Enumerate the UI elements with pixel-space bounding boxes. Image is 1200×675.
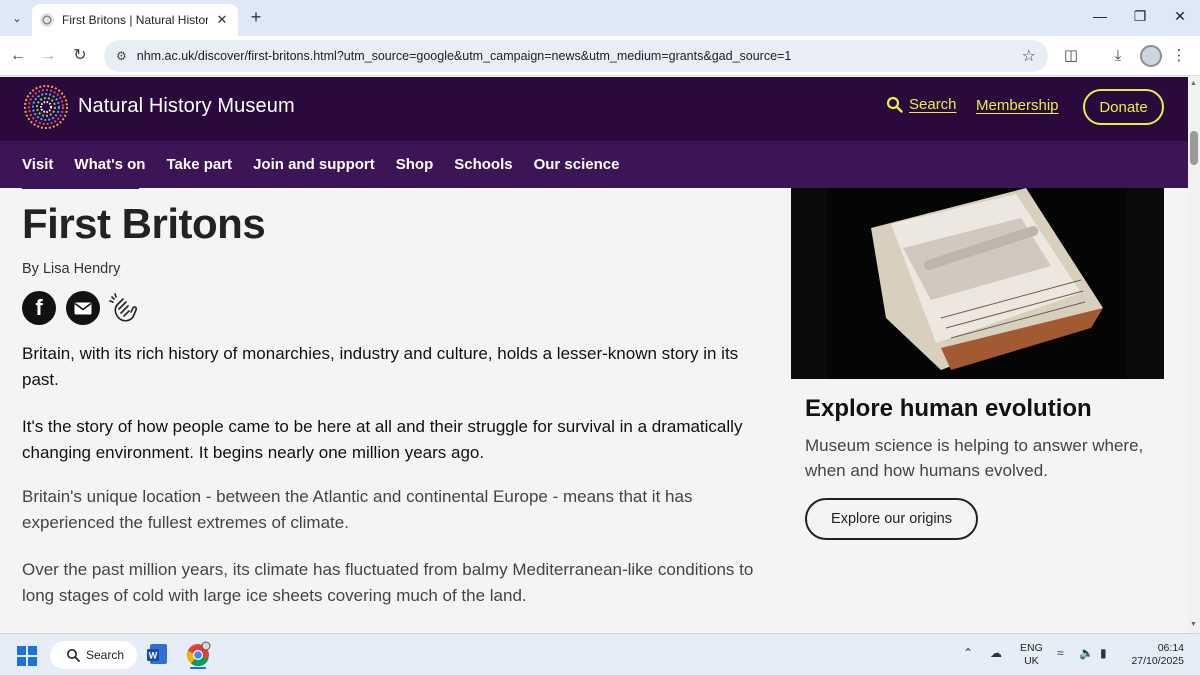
minimize-icon[interactable]: —	[1090, 8, 1110, 24]
lang-region: UK	[1024, 655, 1039, 667]
address-bar: ← → ↻ ⚙ nhm.ac.uk/discover/first-britons…	[0, 36, 1200, 76]
header-search-link[interactable]: Search	[886, 96, 957, 113]
email-share-icon[interactable]	[66, 291, 100, 325]
search-icon	[886, 96, 903, 113]
page-title: First Britons	[22, 200, 266, 247]
harpoon-artefact-image[interactable]	[791, 188, 1164, 379]
promo-description: Museum science is helping to answer wher…	[805, 436, 1144, 480]
svg-text:W: W	[149, 651, 158, 661]
envelope-icon	[74, 302, 92, 314]
explore-origins-button[interactable]: Explore our origins	[805, 498, 978, 540]
nav-item-whats-on[interactable]: What's on	[74, 156, 145, 173]
browser-tab-bar: ⌄ First Britons | Natural History M ✕ + …	[0, 0, 1200, 36]
windows-start-icon[interactable]	[16, 645, 38, 667]
scroll-down-arrow-icon[interactable]: ▼	[1190, 621, 1197, 628]
word-app-icon[interactable]: W	[146, 643, 168, 667]
search-label: Search	[909, 96, 957, 113]
scrollbar-thumb[interactable]	[1190, 131, 1198, 165]
profile-avatar[interactable]	[1140, 45, 1162, 67]
taskbar-search-icon	[67, 649, 80, 662]
language-indicator[interactable]: ENG UK	[1020, 642, 1043, 668]
site-logo-text[interactable]: Natural History Museum	[78, 95, 295, 118]
taskbar-clock[interactable]: 06:14 27/10/2025	[1124, 642, 1184, 668]
nhm-logo-icon[interactable]	[22, 83, 70, 131]
tab-search-chevron-icon[interactable]: ⌄	[6, 7, 28, 29]
battery-icon[interactable]: ▮	[1100, 646, 1107, 660]
nav-item-shop[interactable]: Shop	[396, 156, 434, 173]
onedrive-cloud-icon[interactable]: ☁	[990, 646, 1002, 660]
windows-taskbar: Search W ⌃ ☁ ENG UK ≈ 🔈 ▮ 06:14 27/10/20…	[0, 633, 1200, 675]
harpoon-box-illustration	[827, 188, 1127, 379]
volume-muted-icon[interactable]: 🔈	[1079, 646, 1094, 660]
window-close-icon[interactable]: ✕	[1170, 8, 1190, 25]
chrome-app-icon[interactable]	[186, 641, 212, 669]
nav-item-schools[interactable]: Schools	[454, 156, 512, 173]
site-info-icon[interactable]: ⚙	[116, 49, 127, 63]
nav-item-our-science[interactable]: Our science	[534, 156, 620, 173]
lede-paragraph-2: It's the story of how people came to be …	[22, 417, 743, 462]
wifi-icon[interactable]: ≈	[1057, 646, 1064, 660]
membership-link[interactable]: Membership	[976, 97, 1059, 114]
favicon-icon	[40, 13, 54, 27]
nav-item-take-part[interactable]: Take part	[166, 156, 232, 173]
clock-date: 27/10/2025	[1131, 655, 1184, 667]
download-icon[interactable]: ⤓	[1107, 46, 1129, 66]
author-byline: By Lisa Hendry	[22, 261, 121, 277]
nav-item-join-and-support[interactable]: Join and support	[253, 156, 375, 173]
restore-icon[interactable]: ❐	[1130, 8, 1150, 25]
nav-active-indicator	[22, 186, 139, 189]
extensions-icon[interactable]: ◫	[1060, 46, 1082, 66]
close-icon[interactable]: ✕	[214, 12, 230, 28]
url-text: nhm.ac.uk/discover/first-britons.html?ut…	[136, 49, 792, 63]
back-icon[interactable]: ←	[8, 46, 28, 66]
plus-icon[interactable]: +	[246, 8, 266, 26]
nav-item-visit[interactable]: Visit	[22, 156, 53, 173]
site-header: Natural History Museum Search Membership…	[0, 77, 1188, 141]
body-paragraph-2: Over the past million years, its climate…	[22, 560, 754, 605]
star-icon[interactable]: ☆	[1022, 46, 1036, 66]
clock-time: 06:14	[1157, 642, 1184, 654]
clap-hands-icon[interactable]	[108, 291, 142, 325]
main-navigation: Visit What's on Take part Join and suppo…	[0, 141, 1188, 188]
url-field[interactable]: ⚙ nhm.ac.uk/discover/first-britons.html?…	[104, 40, 1048, 72]
lede-paragraph-1: Britain, with its rich history of monarc…	[22, 344, 739, 389]
donate-button[interactable]: Donate	[1083, 89, 1164, 125]
scroll-up-arrow-icon[interactable]: ▲	[1190, 80, 1197, 87]
taskbar-search-label: Search	[86, 648, 125, 662]
lang-code: ENG	[1020, 642, 1043, 654]
menu-dots-icon[interactable]: ⋮	[1168, 46, 1190, 66]
tray-chevron-up-icon[interactable]: ⌃	[963, 646, 973, 660]
forward-icon[interactable]: →	[38, 46, 58, 66]
body-paragraph-1: Britain's unique location - between the …	[22, 487, 693, 532]
tab-title: First Britons | Natural History M	[62, 13, 208, 27]
browser-tab[interactable]: First Britons | Natural History M ✕	[32, 4, 238, 36]
facebook-share-icon[interactable]: f	[22, 291, 56, 325]
taskbar-search[interactable]: Search	[50, 641, 137, 669]
promo-title: Explore human evolution	[805, 395, 1092, 422]
reload-icon[interactable]: ↻	[70, 46, 90, 66]
